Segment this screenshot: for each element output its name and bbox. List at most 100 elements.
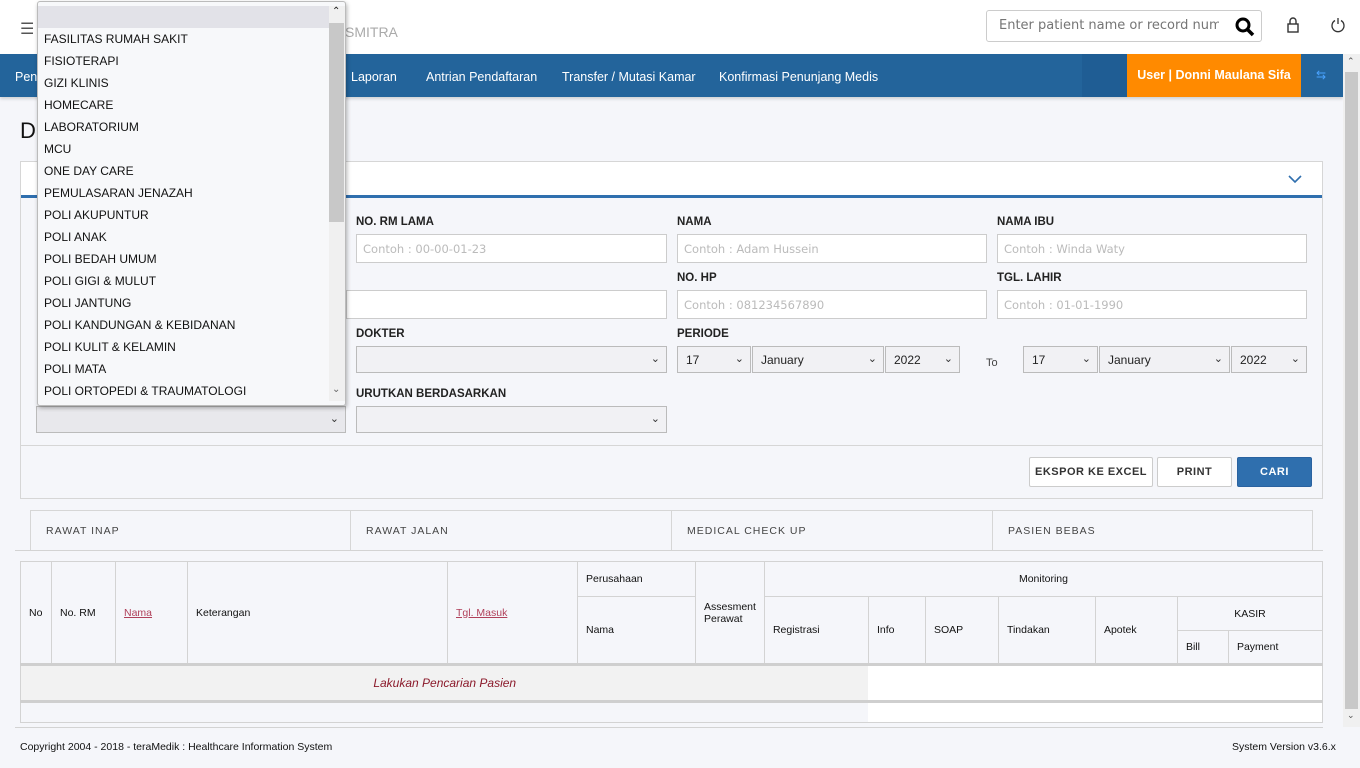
col-assesment: Assesment Perawat [695, 561, 765, 665]
dropdown-option[interactable]: POLI GIGI & MULUT [38, 270, 329, 292]
user-badge[interactable]: User | Donni Maulana Sifa [1127, 54, 1301, 97]
nama-ibu-input[interactable]: Contoh : Winda Waty [997, 234, 1307, 263]
cari-button[interactable]: CARI [1237, 457, 1312, 487]
scroll-up-icon[interactable]: ⌃ [332, 6, 340, 17]
copyright: Copyright 2004 - 2018 - teraMedik : Heal… [20, 741, 333, 753]
chevron-down-icon: ⌄ [650, 353, 660, 365]
chevron-down-icon: ⌄ [329, 413, 339, 425]
scroll-down-icon[interactable]: ⌄ [332, 384, 340, 395]
chevron-down-icon: ⌄ [1213, 353, 1223, 365]
no-hp-label: NO. HP [677, 272, 717, 284]
dropdown-scrollbar[interactable]: ⌃ ⌄ [329, 6, 345, 401]
dropdown-option[interactable]: POLI BEDAH UMUM [38, 248, 329, 270]
col-keterangan: Keterangan [187, 561, 448, 665]
dropdown-option[interactable]: LABORATORIUM [38, 116, 329, 138]
dropdown-option[interactable]: PEMULASARAN JENAZAH [38, 182, 329, 204]
empty-message: Lakukan Pencarian Pasien [20, 664, 869, 702]
poli-dropdown-list[interactable]: FASILITAS RUMAH SAKIT FISIOTERAPI GIZI KLI… [37, 1, 346, 406]
nav-item-laporan[interactable]: Laporan [351, 70, 397, 84]
dropdown-option[interactable]: POLI KANDUNGAN & KEBIDANAN [38, 314, 329, 336]
tgl-lahir-input[interactable]: Contoh : 01-01-1990 [997, 290, 1307, 319]
periode-to-day[interactable]: 17 ⌄ [1023, 346, 1098, 373]
export-excel-button[interactable]: EKSPOR KE EXCEL [1029, 457, 1153, 487]
scroll-down-icon[interactable]: ⌄ [1347, 710, 1355, 721]
col-monitoring: Monitoring [763, 561, 1324, 597]
dropdown-option[interactable] [38, 6, 329, 28]
no-rm-lama-label: NO. RM LAMA [356, 216, 434, 228]
col-bill: Bill [1176, 630, 1229, 665]
dropdown-option[interactable]: ONE DAY CARE [38, 160, 329, 182]
dropdown-option[interactable]: POLI ORTOPEDI & TRAUMATOLOGI [38, 380, 329, 402]
power-icon[interactable] [1330, 17, 1346, 33]
periode-to-month[interactable]: January ⌄ [1099, 346, 1230, 373]
urutkan-select[interactable]: ⌄ [356, 406, 667, 433]
nav-item-pendaftaran[interactable]: Pen [15, 70, 37, 84]
col-perusahaan-nama: Nama [577, 596, 696, 665]
nama-input[interactable]: Contoh : Adam Hussein [677, 234, 987, 263]
patient-table: No No. RM Nama Keterangan Tgl. Masuk Per… [20, 561, 1324, 723]
nav-item-transfer[interactable]: Transfer / Mutasi Kamar [562, 70, 696, 84]
patient-search-input[interactable] [999, 18, 1219, 33]
chevron-down-icon[interactable] [1288, 175, 1302, 184]
chevron-down-icon: ⌄ [650, 413, 660, 425]
chevron-down-icon: ⌄ [734, 353, 744, 365]
dokter-select[interactable]: ⌄ [356, 346, 667, 373]
urutkan-label: URUTKAN BERDASARKAN [356, 388, 507, 400]
tab-medical-check-up[interactable]: MEDICAL CHECK UP [671, 510, 993, 550]
col-no-rm: No. RM [51, 561, 116, 665]
no-hp-input[interactable]: Contoh : 081234567890 [677, 290, 987, 319]
dropdown-option[interactable]: POLI MATA [38, 358, 329, 380]
chevron-down-icon: ⌄ [943, 353, 953, 365]
periode-from-month[interactable]: January ⌄ [752, 346, 884, 373]
col-perusahaan: Perusahaan [577, 561, 696, 597]
tab-rawat-jalan[interactable]: RAWAT JALAN [350, 510, 672, 550]
nama-label: NAMA [677, 216, 712, 228]
print-button[interactable]: PRINT [1157, 457, 1232, 487]
dropdown-option[interactable]: POLI ANAK [38, 226, 329, 248]
col-apotek: Apotek [1094, 596, 1178, 665]
dropdown-option[interactable]: POLI KULIT & KELAMIN [38, 336, 329, 358]
col-info: Info [867, 596, 926, 665]
nama-ibu-label: NAMA IBU [997, 216, 1055, 228]
patient-search-box[interactable] [986, 10, 1262, 42]
periode-from-day[interactable]: 17 ⌄ [677, 346, 751, 373]
dropdown-option[interactable]: POLI AKUPUNTUR [38, 204, 329, 226]
dropdown-option[interactable]: FASILITAS RUMAH SAKIT [38, 28, 329, 50]
dropdown-option[interactable]: MCU [38, 138, 329, 160]
tab-rawat-inap[interactable]: RAWAT INAP [30, 510, 351, 550]
chevron-down-icon: ⌄ [1081, 353, 1091, 365]
dropdown-options: FASILITAS RUMAH SAKIT FISIOTERAPI GIZI KLI… [38, 6, 329, 402]
scroll-up-icon[interactable]: ⌃ [1347, 56, 1355, 67]
hamburger-menu-icon[interactable]: ☰ [20, 19, 34, 39]
col-soap: SOAP [924, 596, 999, 665]
scrollbar-thumb[interactable] [1345, 72, 1358, 709]
search-icon[interactable] [1235, 17, 1255, 37]
page-title: D [20, 118, 36, 143]
switch-icon[interactable]: ⇆ [1316, 68, 1326, 82]
periode-from-year[interactable]: 2022 ⌄ [885, 346, 960, 373]
periode-to-year[interactable]: 2022 ⌄ [1231, 346, 1307, 373]
dropdown-scroll-thumb[interactable] [329, 23, 344, 222]
lock-icon[interactable] [1286, 16, 1300, 34]
nav-item-konfirmasi[interactable]: Konfirmasi Penunjang Medis [719, 70, 878, 84]
chevron-down-icon: ⌄ [867, 353, 877, 365]
hidden-field-input[interactable] [346, 290, 667, 319]
no-rm-lama-input[interactable]: Contoh : 00-00-01-23 [356, 234, 667, 263]
page-scrollbar[interactable]: ⌃ ⌄ [1343, 54, 1360, 727]
system-version: System Version v3.6.x [1232, 741, 1336, 753]
sort-tgl-masuk-link[interactable]: Tgl. Masuk [456, 607, 507, 619]
dropdown-option[interactable]: HOMECARE [38, 94, 329, 116]
col-registrasi: Registrasi [763, 596, 869, 665]
col-tgl-masuk-sort[interactable]: Tgl. Masuk [447, 561, 578, 665]
brand-text: SMITRA [345, 24, 398, 40]
nav-item-antrian[interactable]: Antrian Pendaftaran [426, 70, 537, 84]
dropdown-option[interactable]: POLI JANTUNG [38, 292, 329, 314]
col-nama-sort[interactable]: Nama [115, 561, 188, 665]
poli-select[interactable]: ⌄ [36, 406, 346, 433]
periode-label: PERIODE [677, 328, 729, 340]
tab-pasien-bebas[interactable]: PASIEN BEBAS [992, 510, 1313, 550]
dropdown-option[interactable]: GIZI KLINIS [38, 72, 329, 94]
sort-nama-link[interactable]: Nama [124, 607, 152, 619]
col-kasir: KASIR [1176, 596, 1324, 631]
dropdown-option[interactable]: FISIOTERAPI [38, 50, 329, 72]
